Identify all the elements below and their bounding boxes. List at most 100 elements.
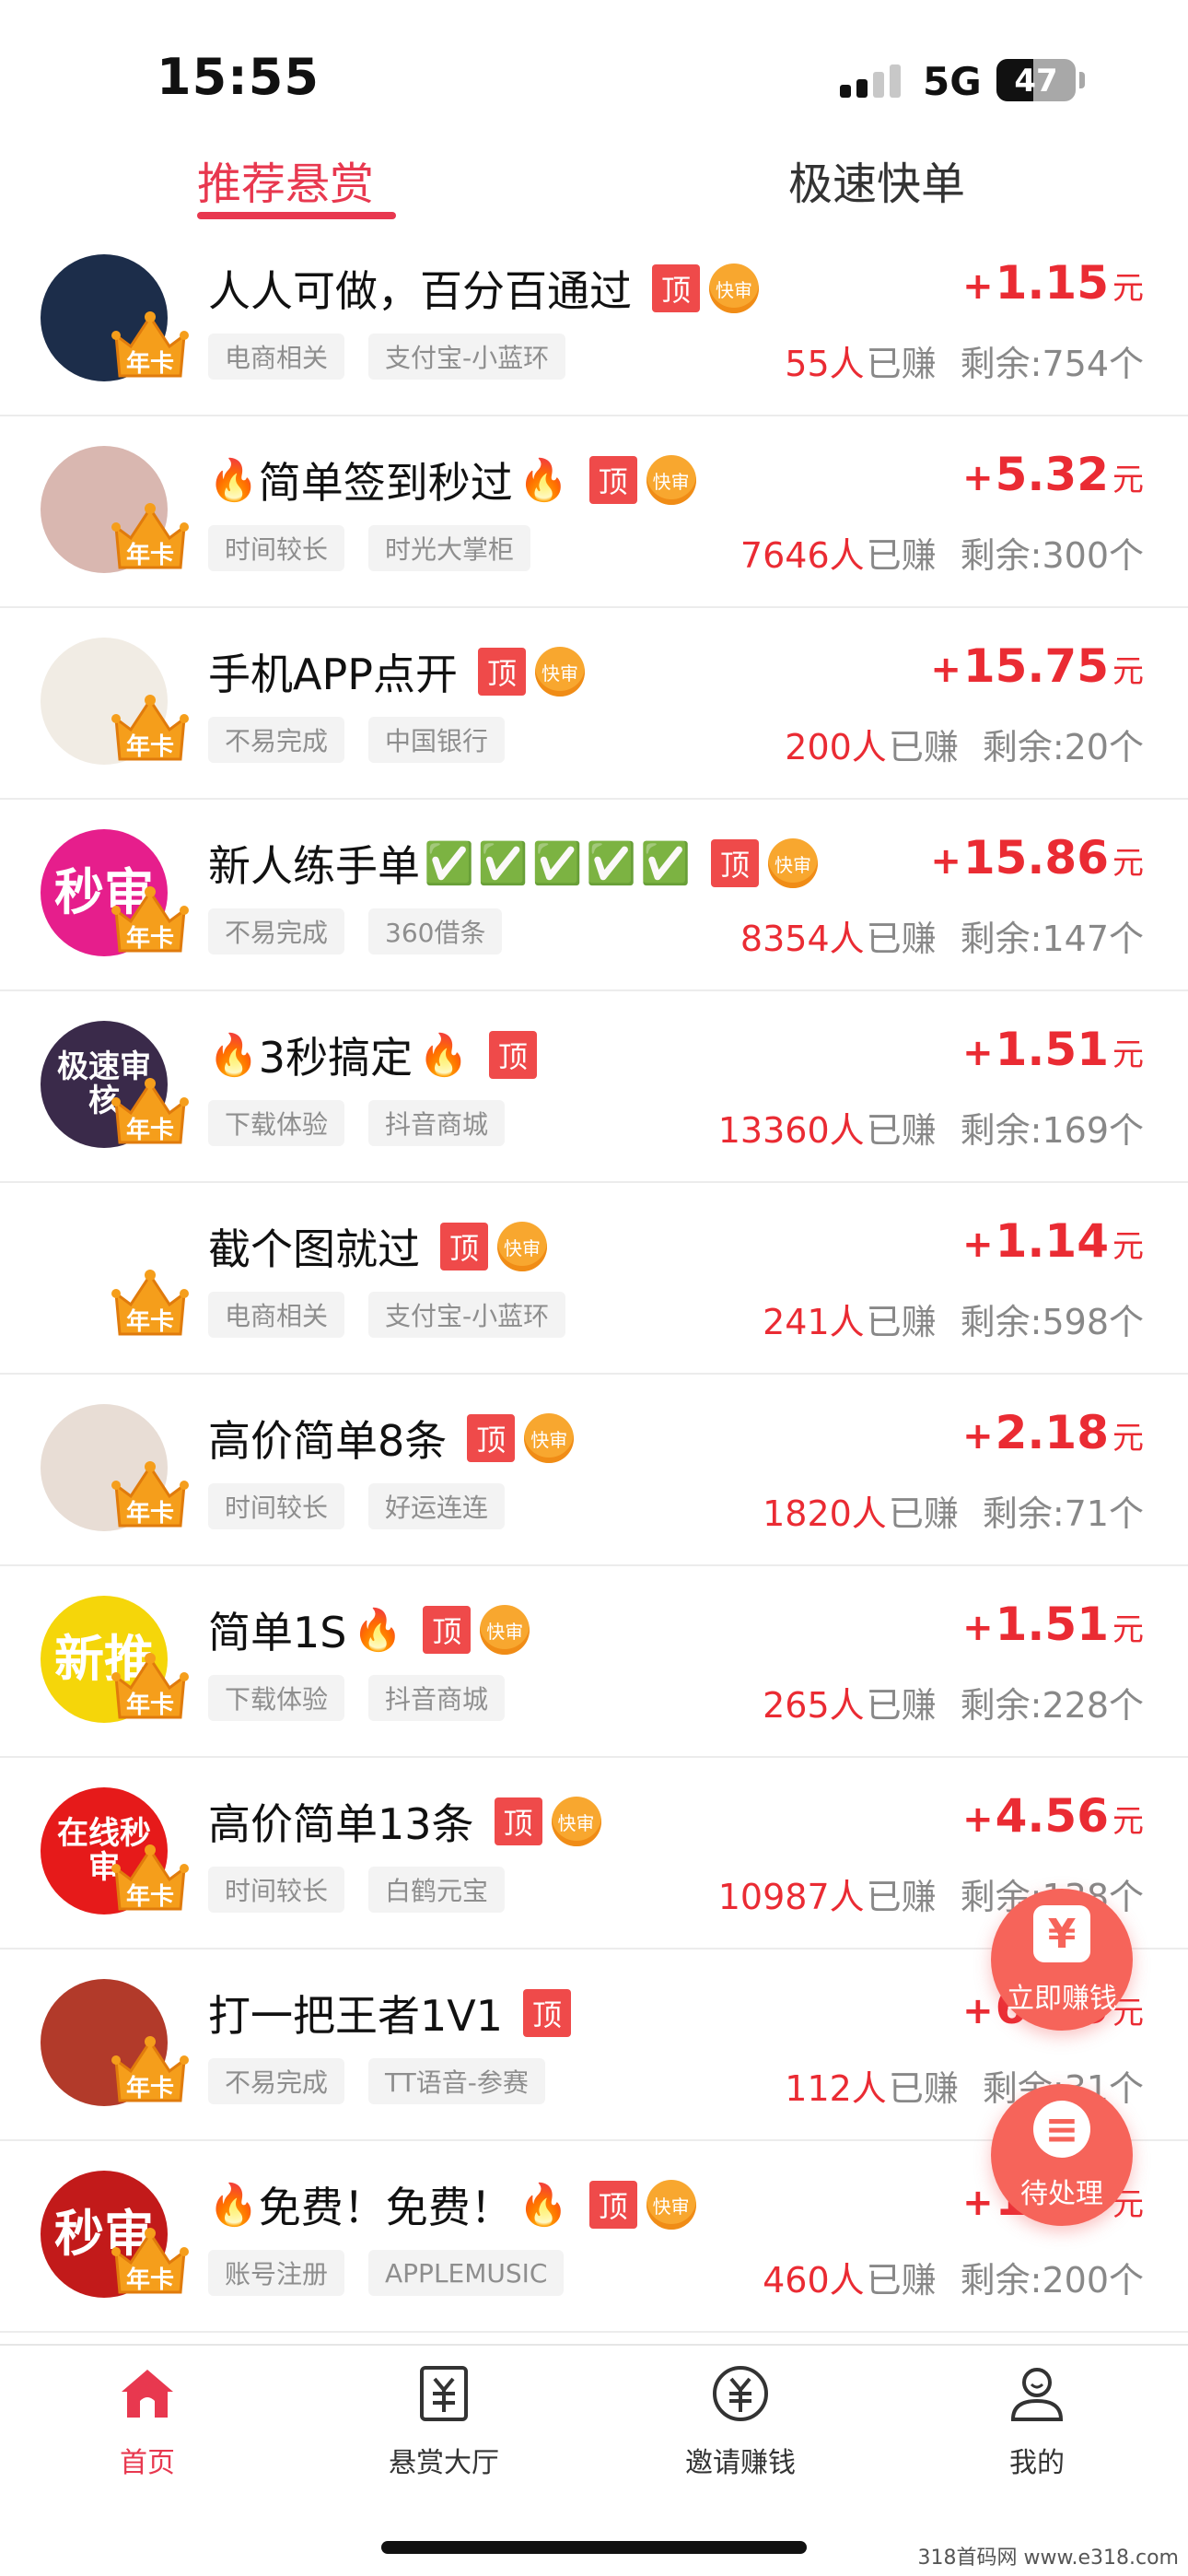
crown-icon: 年卡 — [111, 1841, 190, 1914]
task-row[interactable]: 极速审核 年卡 🔥 3秒搞定 🔥 顶下载体验 抖音商城 +1.51 元 13360人 已赚 剩余:16… — [0, 991, 1188, 1183]
task-tag: TT语音-参赛 — [368, 2058, 545, 2104]
task-stats: 241人 已赚 剩余:598个 — [763, 1294, 1144, 1344]
task-title: 人人可做，百分百通过 — [208, 266, 632, 316]
earned-count: 8354人 — [740, 919, 865, 959]
top-badge: 顶 — [477, 648, 526, 696]
task-title-row: 🔥 免费！免费！ 🔥 顶快审 — [208, 2174, 696, 2235]
nav-invite[interactable]: 邀请赚钱 — [630, 2364, 851, 2502]
annual-card-label: 年卡 — [125, 2075, 174, 2102]
earned-count: 7646人 — [740, 535, 865, 576]
reward-amount: +1.51 元 — [962, 1598, 1144, 1651]
task-tag: 不易完成 — [208, 2058, 345, 2104]
reward-unit: 元 — [1112, 1420, 1144, 1457]
annual-card-label: 年卡 — [125, 2266, 174, 2294]
reward-plus: + — [930, 649, 961, 691]
earned-count: 10987人 — [717, 1877, 865, 1917]
task-title: 3秒搞定 — [258, 1033, 413, 1083]
remaining-count: 剩余:71个 — [982, 1493, 1144, 1534]
task-title-row: 新人练手单 ✅ ✅ ✅ ✅ ✅ 顶快审 — [208, 833, 818, 894]
earn-now-label: 立即赚钱 — [1007, 1983, 1117, 2015]
nav-home[interactable]: 首页 — [37, 2364, 258, 2502]
reward-amount: +15.75 元 — [930, 639, 1144, 693]
home-indicator — [381, 2541, 807, 2554]
task-tags: 时间较长 好运连连 — [208, 1483, 529, 1529]
crown-icon: 年卡 — [111, 2032, 190, 2106]
task-row[interactable]: 秒审 年卡 新人练手单 ✅ ✅ ✅ ✅ ✅ 顶快审 不易完成 360借条 +15.86 元 8354人 已赚… — [0, 800, 1188, 991]
task-title-row: 高价简单13条顶快审 — [208, 1791, 601, 1852]
reward-plus: + — [962, 1798, 994, 1841]
task-tag: 不易完成 — [208, 717, 345, 763]
top-badge: 顶 — [588, 2181, 637, 2229]
crown-icon: 年卡 — [111, 2224, 190, 2298]
reward-plus: + — [962, 1990, 994, 2032]
task-tag: 抖音商城 — [368, 1675, 506, 1721]
money-icon: ¥ — [1033, 1905, 1090, 1962]
crown-icon: 年卡 — [111, 883, 190, 956]
top-badge: 顶 — [423, 1606, 472, 1654]
task-stats: 7646人 已赚 剩余:300个 — [740, 527, 1144, 578]
earned-label: 已赚 — [866, 1685, 937, 1726]
task-tags: 不易完成 中国银行 — [208, 717, 529, 763]
status-bar: 15:55 5G 47 — [0, 0, 1188, 147]
earn-now-button[interactable]: ¥ 立即赚钱 — [991, 1889, 1133, 2031]
reward-plus: + — [962, 1607, 994, 1649]
fast-review-badge: 快审 — [524, 1413, 575, 1463]
home-icon — [122, 2370, 173, 2418]
fast-review-badge: 快审 — [534, 647, 585, 697]
annual-card-label: 年卡 — [125, 1500, 174, 1528]
invite-money-icon — [713, 2366, 768, 2421]
top-badge: 顶 — [523, 1989, 572, 2037]
fast-review-badge: 快审 — [480, 1605, 530, 1655]
task-title: 简单1S — [208, 1608, 347, 1657]
chat-icon: ≡ — [1033, 2101, 1090, 2158]
signal-icon — [840, 61, 904, 98]
crown-icon: 年卡 — [111, 1266, 190, 1340]
earned-label: 已赚 — [888, 727, 959, 767]
reward-amount: +15.86 元 — [930, 831, 1144, 884]
reward-amount: +1.15 元 — [962, 256, 1144, 310]
earned-count: 1820人 — [763, 1493, 887, 1534]
task-row[interactable]: 新推 年卡 简单1S 🔥 顶快审 下载体验 抖音商城 +1.51 元 265人 已赚 剩余:228个 — [0, 1566, 1188, 1758]
battery-level: 47 — [1014, 63, 1058, 100]
pending-button[interactable]: ≡ 待处理 — [991, 2084, 1133, 2226]
reward-value: 1.51 — [995, 1023, 1109, 1076]
annual-card-label: 年卡 — [125, 1308, 174, 1336]
task-row[interactable]: 年卡 截个图就过顶快审 电商相关 支付宝-小蓝环 +1.14 元 241人 已赚 剩余:598个 — [0, 1183, 1188, 1375]
task-tags: 电商相关 支付宝-小蓝环 — [208, 1292, 589, 1338]
reward-plus: + — [962, 1224, 994, 1266]
reward-plus: + — [962, 457, 994, 499]
crown-icon: 年卡 — [111, 1649, 190, 1723]
status-time: 15:55 — [157, 48, 320, 106]
top-badge: 顶 — [494, 1797, 542, 1845]
task-stats: 200人 已赚 剩余:20个 — [785, 719, 1144, 769]
task-title: 打一把王者1V1 — [208, 1991, 504, 2041]
reward-unit: 元 — [1112, 1036, 1144, 1073]
check-icon: ✅ — [640, 840, 691, 887]
nav-profile[interactable]: 我的 — [926, 2364, 1147, 2502]
reward-value: 1.15 — [995, 256, 1109, 310]
battery-tip — [1079, 72, 1085, 88]
top-badge: 顶 — [588, 456, 637, 504]
task-stats: 460人 已赚 剩余:200个 — [763, 2252, 1144, 2302]
task-title-row: 🔥 3秒搞定 🔥 顶 — [208, 1025, 537, 1085]
reward-amount: +1.14 元 — [962, 1214, 1144, 1268]
reward-value: 2.18 — [995, 1406, 1109, 1459]
earned-count: 460人 — [763, 2260, 865, 2301]
reward-unit: 元 — [1112, 270, 1144, 307]
task-tag: 支付宝-小蓝环 — [368, 1292, 566, 1338]
reward-unit: 元 — [1112, 1228, 1144, 1265]
reward-plus: + — [962, 265, 994, 308]
remaining-count: 剩余:20个 — [982, 727, 1144, 767]
task-tag: 时间较长 — [208, 1867, 345, 1913]
task-row[interactable]: 年卡 高价简单8条顶快审 时间较长 好运连连 +2.18 元 1820人 已赚 剩余:71个 — [0, 1375, 1188, 1566]
remaining-count: 剩余:147个 — [960, 919, 1144, 959]
task-row[interactable]: 年卡 🔥 简单签到秒过 🔥 顶快审 时间较长 时光大掌柜 +5.32 元 7646人 已赚 剩余:30… — [0, 416, 1188, 608]
task-row[interactable]: 年卡 人人可做，百分百通过顶快审 电商相关 支付宝-小蓝环 +1.15 元 55人 已赚 剩余:… — [0, 225, 1188, 416]
task-tag: 中国银行 — [368, 717, 506, 763]
nav-reward-hall[interactable]: 悬赏大厅 — [333, 2364, 554, 2502]
annual-card-label: 年卡 — [125, 350, 174, 378]
earned-label: 已赚 — [866, 535, 937, 576]
remaining-count: 剩余:200个 — [960, 2260, 1144, 2301]
earned-label: 已赚 — [866, 1302, 937, 1342]
task-row[interactable]: 年卡 手机APP点开顶快审 不易完成 中国银行 +15.75 元 200人 已赚 剩余:20个 — [0, 608, 1188, 800]
